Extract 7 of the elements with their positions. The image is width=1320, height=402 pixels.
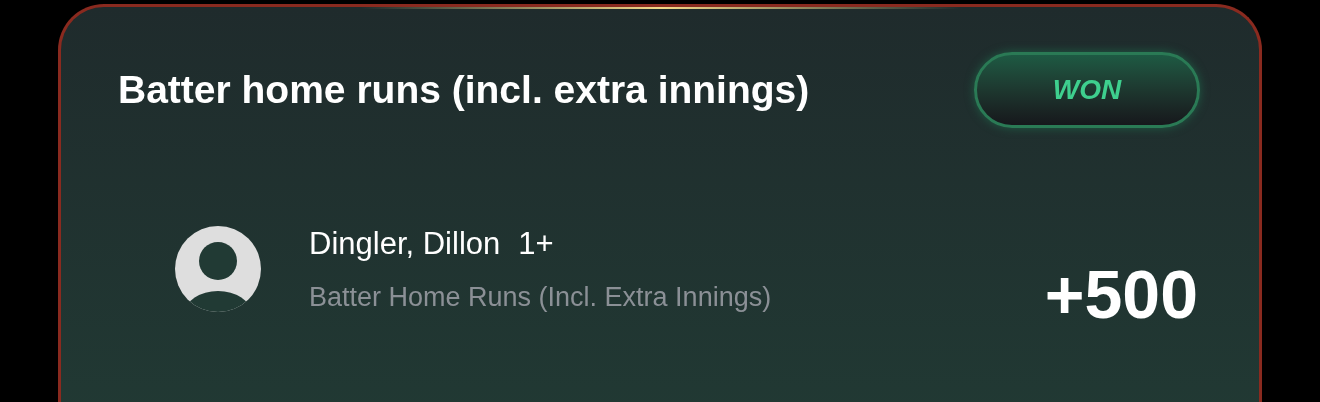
- status-badge: WON: [974, 52, 1200, 128]
- avatar-icon: [174, 225, 262, 313]
- market-subtitle: Batter Home Runs (Incl. Extra Innings): [309, 281, 772, 314]
- player-name: Dingler, Dillon: [309, 224, 501, 263]
- odds-value: +500: [1044, 255, 1198, 334]
- line-label: 1+: [518, 224, 554, 263]
- market-title: Batter home runs (incl. extra innings): [118, 66, 810, 113]
